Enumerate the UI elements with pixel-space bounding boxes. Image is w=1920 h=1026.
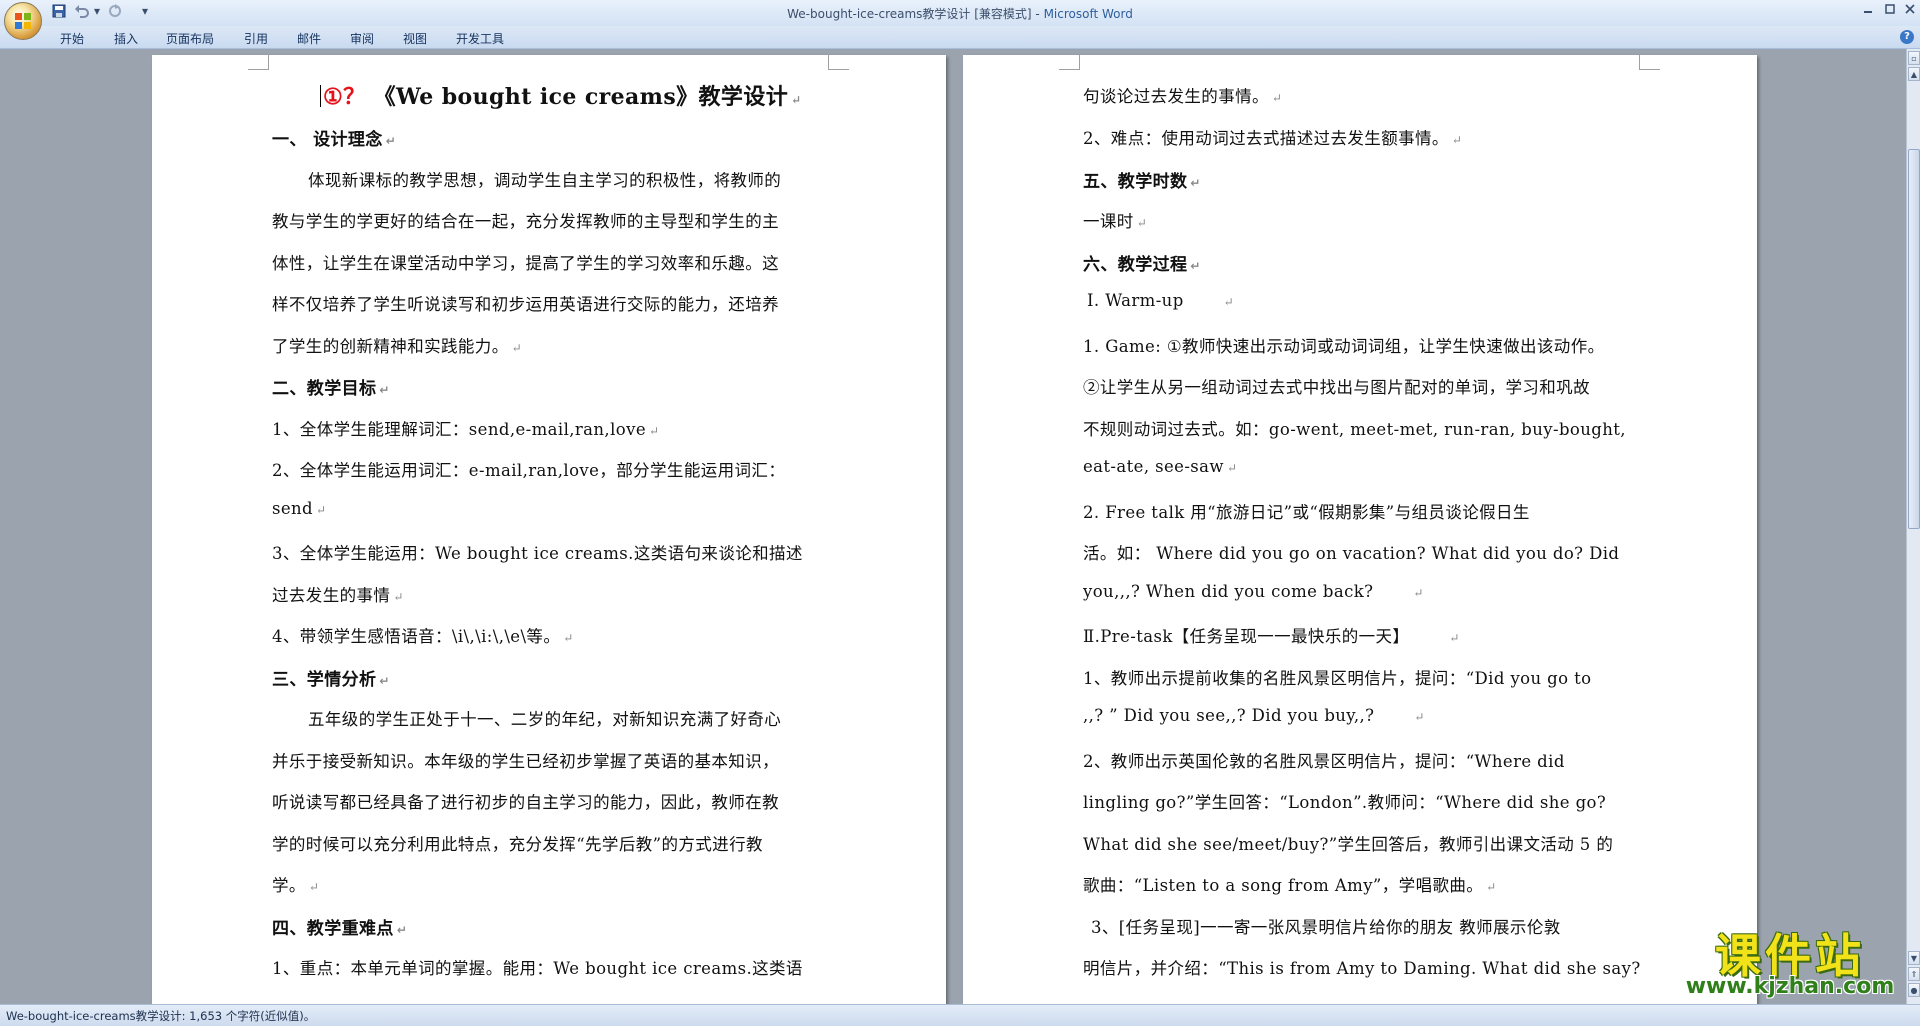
paragraph-line: 1、教师出示提前收集的名胜风景区明信片，提问：“Did you go to bbox=[1083, 669, 1592, 688]
close-icon[interactable] bbox=[1900, 3, 1920, 17]
paragraph-line: 4、带领学生感悟语音：\i\,\i:\,\e\等。 ↵ bbox=[272, 627, 574, 646]
tab-view[interactable]: 视图 bbox=[403, 30, 427, 47]
window-title-sep: - bbox=[1031, 7, 1044, 21]
paragraph-line: 体现新课标的教学思想，调动学生自主学习的积极性，将教师的 bbox=[308, 171, 782, 190]
ruler-toggle-icon[interactable]: ▫ bbox=[1908, 51, 1920, 65]
title-marks: ①？ bbox=[323, 84, 366, 110]
crop-mark bbox=[248, 55, 269, 70]
ribbon-tabs: 开始 插入 页面布局 引用 邮件 审阅 视图 开发工具 ? bbox=[0, 26, 1920, 49]
heading-4: 四、教学重难点 ↵ bbox=[272, 919, 408, 939]
tab-developer[interactable]: 开发工具 bbox=[456, 30, 504, 47]
paragraph-line: 教与学生的学更好的结合在一起，充分发挥教师的主导型和学生的主 bbox=[272, 212, 779, 231]
office-logo-icon bbox=[15, 13, 31, 29]
document-area: ①？ 《We bought ice creams》教学设计 ↵ 一、 设计理念 ↵ … bbox=[0, 49, 1906, 1004]
heading-6: 六、教学过程 ↵ bbox=[1083, 255, 1201, 275]
paragraph-line: 活。如： Where did you go on vacation? What … bbox=[1083, 544, 1620, 563]
paragraph-line: 2、难点：使用动词过去式描述过去发生额事情。 ↵ bbox=[1083, 129, 1463, 148]
minimize-icon[interactable] bbox=[1858, 3, 1878, 17]
paragraph-line: 听说读写都已经具备了进行初步的自主学习的能力，因此，教师在教 bbox=[272, 793, 779, 812]
paragraph-line: 3、全体学生能运用：We bought ice creams.这类语句来谈论和描… bbox=[272, 544, 803, 563]
paragraph-line: 并乐于接受新知识。本年级的学生已经初步掌握了英语的基本知识， bbox=[272, 752, 779, 771]
previous-page-icon[interactable]: ⇑ bbox=[1908, 967, 1920, 981]
window-title-app: Microsoft Word bbox=[1043, 7, 1133, 21]
paragraph-line: send ↵ bbox=[272, 499, 327, 518]
status-bar: We-bought-ice-creams教学设计: 1,653 个字符(近似值)… bbox=[0, 1004, 1920, 1026]
maximize-icon[interactable] bbox=[1880, 3, 1900, 17]
paragraph-line: Ⅰ. Warm-up ↵ bbox=[1087, 291, 1235, 310]
crop-mark bbox=[828, 55, 849, 70]
paragraph-line: ,,? ” Did you see,,? Did you buy,,? ↵ bbox=[1083, 706, 1425, 725]
paragraph-line: 了学生的创新精神和实践能力。 ↵ bbox=[272, 337, 523, 356]
crop-mark bbox=[1059, 55, 1080, 70]
paragraph-line: 1、重点：本单元单词的掌握。能用：We bought ice creams.这类… bbox=[272, 959, 803, 978]
paragraph-line: 学。 ↵ bbox=[272, 876, 320, 895]
watermark-url: www.kjzhan.com bbox=[1685, 974, 1895, 999]
tab-references[interactable]: 引用 bbox=[244, 30, 268, 47]
paragraph-line: 1. Game: ①教师快速出示动词或动词词组，让学生快速做出该动作。 bbox=[1083, 337, 1605, 356]
select-browse-object-icon[interactable]: ● bbox=[1908, 983, 1920, 997]
paragraph-line: What did she see/meet/buy?”学生回答后，教师引出课文活… bbox=[1083, 835, 1614, 854]
text-cursor bbox=[320, 85, 321, 107]
title-text: 《We bought ice creams》教学设计 bbox=[373, 84, 789, 110]
heading-2: 二、教学目标 ↵ bbox=[272, 379, 390, 399]
crop-mark bbox=[1639, 55, 1660, 70]
paragraph-line: 一课时 ↵ bbox=[1083, 212, 1148, 231]
heading-1: 一、 设计理念 ↵ bbox=[272, 130, 397, 150]
title-bar: ▾ ▾ We-bought-ice-creams教学设计 [兼容模式] - Mi… bbox=[0, 0, 1920, 27]
window-title: We-bought-ice-creams教学设计 [兼容模式] - Micros… bbox=[0, 5, 1920, 22]
paragraph-line: ②让学生从另一组动词过去式中找出与图片配对的单词，学习和巩故 bbox=[1083, 378, 1590, 397]
paragraph-line: 学的时候可以充分利用此特点，充分发挥“先学后教”的方式进行教 bbox=[272, 835, 763, 854]
paragraph-line: 歌曲：“Listen to a song from Amy”，学唱歌曲。 ↵ bbox=[1083, 876, 1497, 895]
tab-mailings[interactable]: 邮件 bbox=[297, 30, 321, 47]
tab-insert[interactable]: 插入 bbox=[114, 30, 138, 47]
help-icon[interactable]: ? bbox=[1900, 30, 1914, 44]
paragraph-line: 2、全体学生能运用词汇：e-mail,ran,love，部分学生能运用词汇： bbox=[272, 461, 786, 480]
paragraph-line: 1、全体学生能理解词汇：send,e-mail,ran,love ↵ bbox=[272, 420, 660, 439]
document-page-1[interactable]: ①？ 《We bought ice creams》教学设计 ↵ 一、 设计理念 ↵ … bbox=[152, 55, 946, 1004]
paragraph-line: eat-ate, see-saw ↵ bbox=[1083, 457, 1238, 476]
paragraph-line: lingling go?”学生回答：“London”.教师问：“Where di… bbox=[1083, 793, 1607, 812]
paragraph-line: 2、教师出示英国伦敦的名胜风景区明信片，提问：“Where did bbox=[1083, 752, 1565, 771]
paragraph-line: 2. Free talk 用“旅游日记”或“假期影集”与组员谈论假日生 bbox=[1083, 503, 1530, 522]
paragraph-line: 不规则动词过去式。如：go-went, meet-met, run-ran, b… bbox=[1083, 420, 1626, 439]
paragraph-line: 样不仅培养了学生听说读写和初步运用英语进行交际的能力，还培养 bbox=[272, 295, 779, 314]
document-title: ①？ 《We bought ice creams》教学设计 ↵ bbox=[320, 79, 802, 111]
scroll-up-icon[interactable]: ▲ bbox=[1908, 67, 1920, 81]
heading-3: 三、学情分析 ↵ bbox=[272, 670, 390, 690]
scroll-down-icon[interactable]: ▼ bbox=[1908, 951, 1920, 965]
paragraph-line: 五年级的学生正处于十一、二岁的年纪，对新知识充满了好奇心 bbox=[308, 710, 782, 729]
tab-page-layout[interactable]: 页面布局 bbox=[166, 30, 214, 47]
paragraph-line: 3、[任务呈现]一一寄一张风景明信片给你的朋友 教师展示伦敦 bbox=[1091, 918, 1561, 937]
watermark-logo: 课件站 www.kjzhan.com bbox=[1672, 920, 1908, 1002]
paragraph-line: Ⅱ.Pre-task【任务呈现一一最快乐的一天】 ↵ bbox=[1083, 627, 1460, 646]
office-button[interactable] bbox=[4, 2, 42, 40]
window-title-doc: We-bought-ice-creams教学设计 [兼容模式] bbox=[787, 7, 1032, 21]
heading-5: 五、教学时数 ↵ bbox=[1083, 172, 1201, 192]
vertical-scrollbar[interactable]: ▫ ▲ ▼ ⇑ ● bbox=[1906, 49, 1920, 1004]
paragraph-line: 明信片，并介绍：“This is from Amy to Daming. Wha… bbox=[1083, 959, 1641, 978]
status-text: We-bought-ice-creams教学设计: 1,653 个字符(近似值)… bbox=[6, 1009, 316, 1023]
tab-home[interactable]: 开始 bbox=[60, 30, 84, 47]
paragraph-line: 句谈论过去发生的事情。 ↵ bbox=[1083, 87, 1283, 106]
paragraph-line: 过去发生的事情 ↵ bbox=[272, 586, 404, 605]
paragraph-line: 体性，让学生在课堂活动中学习，提高了学生的学习效率和乐趣。这 bbox=[272, 254, 779, 273]
tab-review[interactable]: 审阅 bbox=[350, 30, 374, 47]
scrollbar-thumb[interactable] bbox=[1908, 149, 1920, 529]
document-page-2[interactable]: 句谈论过去发生的事情。 ↵ 2、难点：使用动词过去式描述过去发生额事情。 ↵ 五、教… bbox=[963, 55, 1757, 1004]
paragraph-line: you,,,? When did you come back? ↵ bbox=[1083, 582, 1424, 601]
